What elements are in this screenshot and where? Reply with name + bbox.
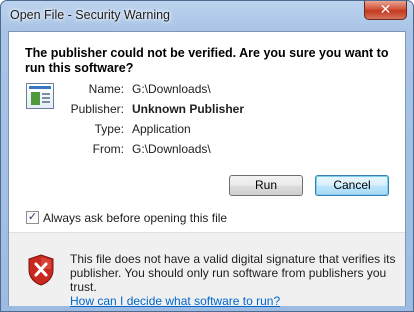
cancel-button[interactable]: Cancel xyxy=(315,175,389,196)
type-label: Type: xyxy=(94,122,124,136)
window-title: Open File - Security Warning xyxy=(10,8,171,22)
publisher-value: Unknown Publisher xyxy=(132,102,245,116)
warning-message: This file does not have a valid digital … xyxy=(70,252,400,308)
close-icon: ✕ xyxy=(379,1,392,17)
publisher-label: Publisher: xyxy=(70,102,124,116)
name-value: G:\Downloads\ xyxy=(132,82,211,96)
application-icon xyxy=(26,83,54,109)
close-button[interactable]: ✕ xyxy=(364,1,407,20)
warning-text: This file does not have a valid digital … xyxy=(70,252,396,294)
dialog-main-panel: The publisher could not be verified. Are… xyxy=(9,32,405,226)
help-link[interactable]: How can I decide what software to run? xyxy=(70,294,280,308)
shield-error-icon xyxy=(28,254,54,286)
type-value: Application xyxy=(132,122,191,136)
from-label: From: xyxy=(92,142,124,156)
always-ask-checkbox[interactable]: ✓ xyxy=(26,211,39,224)
run-button[interactable]: Run xyxy=(229,175,303,196)
title-bar[interactable]: Open File - Security Warning ✕ xyxy=(1,1,413,31)
security-warning-window: Open File - Security Warning ✕ The publi… xyxy=(0,0,414,312)
dialog-body: The publisher could not be verified. Are… xyxy=(8,31,406,308)
name-label: Name: xyxy=(88,82,124,96)
warning-panel: This file does not have a valid digital … xyxy=(9,232,405,308)
from-value: G:\Downloads\ xyxy=(132,142,211,156)
dialog-headline: The publisher could not be verified. Are… xyxy=(25,46,389,75)
always-ask-label[interactable]: Always ask before opening this file xyxy=(43,211,227,225)
